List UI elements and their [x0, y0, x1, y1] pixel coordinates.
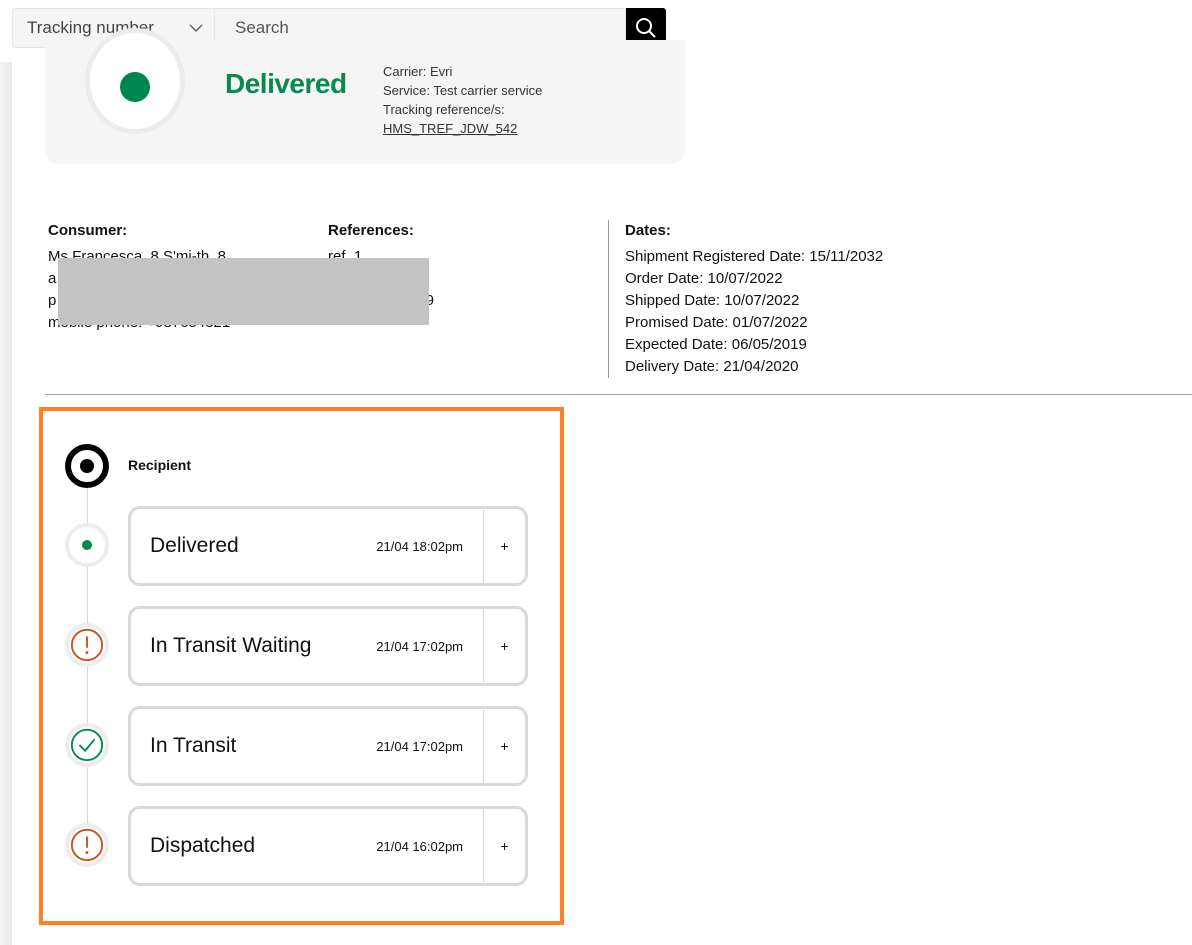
dates-heading: Dates:: [625, 222, 671, 239]
carrier-info: Carrier: Evri Service: Test carrier serv…: [383, 62, 542, 138]
event-title: In Transit Waiting: [150, 634, 312, 657]
event-title: Delivered: [150, 534, 239, 557]
date-line: Delivery Date: 21/04/2020: [625, 358, 799, 375]
status-dot-icon: [120, 72, 150, 102]
delivered-dot-icon: [65, 523, 109, 567]
event-time: 21/04 18:02pm: [376, 538, 463, 554]
recipient-label: Recipient: [128, 457, 192, 473]
timeline-event: Dispatched 21/04 16:02pm +: [128, 806, 528, 886]
expand-button[interactable]: +: [483, 709, 525, 783]
timeline-event: Delivered 21/04 18:02pm +: [128, 506, 528, 586]
shipment-summary-card: Delivered Carrier: Evri Service: Test ca…: [45, 28, 685, 164]
tracking-ref-link[interactable]: HMS_TREF_JDW_542: [383, 121, 517, 136]
shipment-status: Delivered: [225, 68, 347, 99]
search-icon: [636, 18, 656, 38]
date-line: Promised Date: 01/07/2022: [625, 314, 808, 331]
event-time: 21/04 17:02pm: [376, 638, 463, 654]
references-heading: References:: [328, 222, 414, 239]
tracking-ref-label: Tracking reference/s:: [383, 102, 505, 117]
warning-icon: [65, 623, 109, 667]
redaction-block: [58, 258, 429, 325]
section-divider: [45, 394, 1192, 395]
chevron-down-icon: [189, 24, 203, 32]
sidebar-edge: [0, 62, 12, 945]
date-line: Order Date: 10/07/2022: [625, 270, 783, 287]
timeline-event: In Transit 21/04 17:02pm +: [128, 706, 528, 786]
expand-button[interactable]: +: [483, 509, 525, 583]
recipient-target-icon: [65, 444, 109, 488]
dates-section: Dates: Shipment Registered Date: 15/11/2…: [608, 220, 883, 378]
date-line: Expected Date: 06/05/2019: [625, 336, 807, 353]
date-line: Shipment Registered Date: 15/11/2032: [625, 248, 884, 265]
expand-button[interactable]: +: [483, 809, 525, 883]
check-icon: [65, 723, 109, 767]
service-label: Service: Test carrier service: [383, 83, 543, 98]
expand-button[interactable]: +: [483, 609, 525, 683]
event-time: 21/04 16:02pm: [376, 838, 463, 854]
warning-icon: [65, 823, 109, 867]
date-line: Shipped Date: 10/07/2022: [625, 292, 800, 309]
timeline-event: In Transit Waiting 21/04 17:02pm +: [128, 606, 528, 686]
event-title: Dispatched: [150, 834, 256, 857]
event-title: In Transit: [150, 734, 237, 757]
consumer-heading: Consumer:: [48, 222, 128, 239]
event-time: 21/04 17:02pm: [376, 738, 463, 754]
carrier-label: Carrier: Evri: [383, 64, 453, 79]
